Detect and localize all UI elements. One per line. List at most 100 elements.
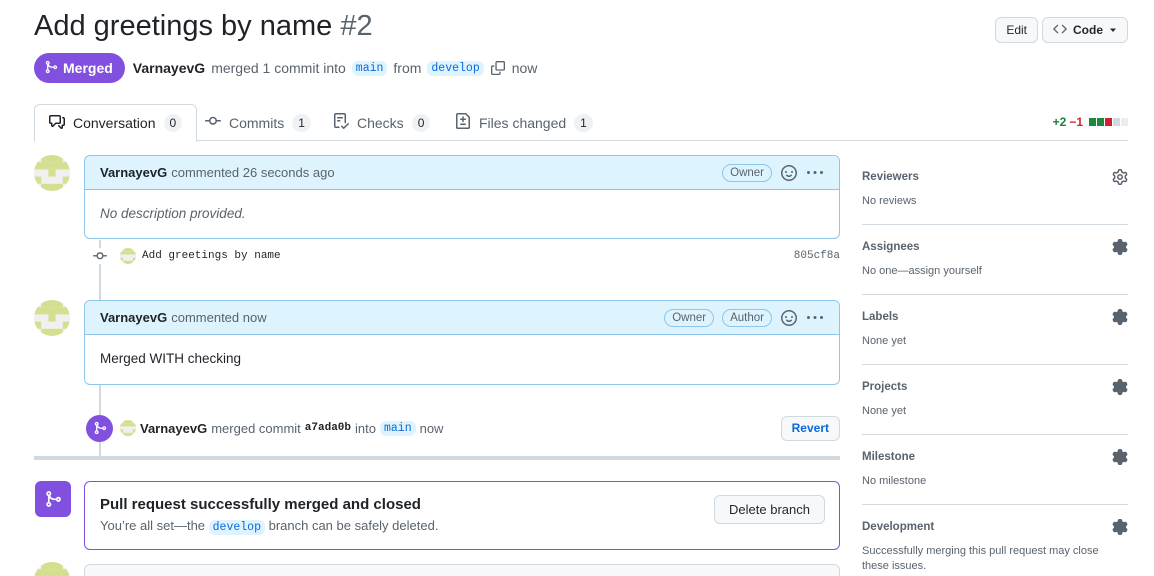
- merge-into-text: into: [355, 420, 376, 436]
- git-commit-icon: [92, 248, 108, 264]
- tab-commits-count: 1: [292, 113, 311, 132]
- sidebar-milestone-title: Milestone: [862, 451, 916, 463]
- gear-icon[interactable]: [1112, 169, 1128, 185]
- sidebar-assignees-value[interactable]: No one—assign yourself: [862, 264, 1128, 279]
- owner-badge: Owner: [722, 163, 772, 182]
- diffstat-deletions: −1: [1069, 115, 1083, 129]
- pr-author-link[interactable]: VarnayevG: [133, 60, 205, 76]
- comment-body: Merged WITH checking: [100, 351, 242, 366]
- edit-button[interactable]: Edit: [995, 17, 1038, 43]
- merge-summary-text: merged 1 commit into: [211, 60, 346, 76]
- diffstat-additions: +2: [1052, 115, 1067, 129]
- diffstat-block-added: [1097, 118, 1104, 126]
- code-button[interactable]: Code: [1042, 17, 1128, 43]
- timeline-divider: [34, 456, 840, 460]
- checklist-icon: [333, 113, 350, 132]
- avatar[interactable]: [120, 420, 136, 436]
- diffstat-block-deleted: [1105, 118, 1112, 126]
- sidebar-projects-title: Projects: [862, 381, 908, 393]
- comment-timestamp[interactable]: commented now: [171, 310, 266, 325]
- comment-author-link[interactable]: VarnayevG: [100, 165, 167, 180]
- tab-conversation-count: 0: [163, 114, 183, 132]
- avatar[interactable]: [120, 248, 136, 264]
- pr-number: #2: [340, 10, 373, 42]
- diffstat-block-neutral: [1113, 118, 1120, 126]
- merge-event: VarnayevG merged commit a7ada0b into mai…: [86, 414, 840, 442]
- tab-conversation-label: Conversation: [73, 115, 156, 131]
- merged-state-badge: Merged: [34, 53, 125, 83]
- comment-author-link[interactable]: VarnayevG: [100, 310, 167, 325]
- sidebar-reviewers-title: Reviewers: [862, 171, 919, 183]
- comment-body: No description provided.: [100, 206, 246, 221]
- tab-commits[interactable]: Commits 1: [191, 104, 325, 141]
- sidebar-assignees: Assignees No one—assign yourself: [862, 225, 1128, 295]
- avatar[interactable]: [34, 300, 70, 336]
- sidebar-reviewers-value: No reviews: [862, 195, 917, 207]
- sidebar-development-title: Development: [862, 521, 935, 533]
- merge-event-text: merged commit: [211, 420, 301, 436]
- tab-checks-count: 0: [411, 113, 431, 132]
- merged-head-branch[interactable]: develop: [208, 520, 265, 535]
- gear-icon[interactable]: [1112, 449, 1128, 465]
- avatar[interactable]: [34, 155, 70, 191]
- sidebar-development: Development Successfully merging this pu…: [862, 505, 1128, 576]
- git-merge-icon: [44, 60, 58, 77]
- sidebar-reviewers: Reviewers No reviews: [862, 155, 1128, 225]
- comment-discussion-icon: [49, 114, 65, 133]
- merge-base-branch-link[interactable]: main: [379, 420, 416, 436]
- commit-sha-link[interactable]: 805cf8a: [794, 250, 840, 262]
- caret-down-icon: [1109, 23, 1117, 37]
- avatar[interactable]: [34, 562, 70, 576]
- sidebar-milestone: Milestone No milestone: [862, 435, 1128, 505]
- commit-message-link[interactable]: Add greetings by name: [142, 250, 281, 262]
- header-actions: Edit Code: [995, 17, 1128, 43]
- sidebar-projects-value: None yet: [862, 405, 907, 417]
- smiley-icon[interactable]: [780, 309, 798, 327]
- file-diff-icon: [455, 113, 471, 132]
- merge-event-time[interactable]: now: [420, 421, 444, 436]
- tab-files-changed-label: Files changed: [479, 114, 567, 131]
- sidebar-development-value: Successfully merging this pull request m…: [862, 545, 1099, 572]
- base-branch-link[interactable]: main: [351, 60, 388, 76]
- merged-status-box: Pull request successfully merged and clo…: [84, 481, 840, 550]
- sidebar-assignees-title: Assignees: [862, 241, 920, 253]
- gear-icon[interactable]: [1112, 379, 1128, 395]
- comment-box: VarnayevG commented 26 seconds ago Owner…: [84, 155, 840, 239]
- tab-conversation[interactable]: Conversation 0: [34, 104, 198, 142]
- tab-checks[interactable]: Checks 0: [319, 104, 444, 141]
- merge-author-link[interactable]: VarnayevG: [140, 421, 207, 436]
- merged-status-suffix: branch can be safely deleted.: [268, 518, 439, 533]
- gear-icon[interactable]: [1112, 239, 1128, 255]
- copy-icon[interactable]: [490, 60, 506, 76]
- comment-timestamp[interactable]: commented 26 seconds ago: [171, 165, 334, 180]
- pr-title: Add greetings by name: [34, 10, 333, 42]
- code-icon: [1053, 22, 1067, 39]
- tab-files-changed[interactable]: Files changed 1: [441, 104, 607, 141]
- git-merge-icon: [35, 481, 71, 517]
- diffstat-blocks: [1089, 118, 1128, 126]
- sidebar-labels-value: None yet: [862, 335, 907, 347]
- edit-button-label: Edit: [1006, 23, 1027, 37]
- diffstat-block-neutral: [1121, 118, 1128, 126]
- code-button-label: Code: [1073, 23, 1103, 37]
- kebab-horizontal-icon[interactable]: [806, 309, 824, 327]
- head-branch-link[interactable]: develop: [427, 60, 484, 76]
- gear-icon[interactable]: [1112, 519, 1128, 535]
- git-merge-icon: [86, 414, 113, 442]
- delete-branch-button[interactable]: Delete branch: [714, 495, 825, 524]
- revert-button[interactable]: Revert: [780, 415, 840, 441]
- diffstat: +2 −1: [1053, 115, 1128, 129]
- owner-badge: Owner: [664, 308, 715, 327]
- gear-icon[interactable]: [1112, 309, 1128, 325]
- merge-commit-sha-link[interactable]: a7ada0b: [305, 422, 351, 434]
- from-text: from: [393, 60, 422, 76]
- merged-status-prefix: You’re all set—the: [100, 518, 206, 533]
- smiley-icon[interactable]: [780, 164, 798, 182]
- merge-time: now: [511, 60, 538, 76]
- new-comment-box[interactable]: [84, 564, 840, 576]
- tab-checks-label: Checks: [357, 114, 404, 131]
- commit-event: Add greetings by name 805cf8a: [92, 247, 840, 265]
- tab-files-changed-count: 1: [574, 113, 593, 132]
- kebab-horizontal-icon[interactable]: [806, 164, 824, 182]
- comment-box: VarnayevG commented now Owner Author Mer…: [84, 300, 840, 385]
